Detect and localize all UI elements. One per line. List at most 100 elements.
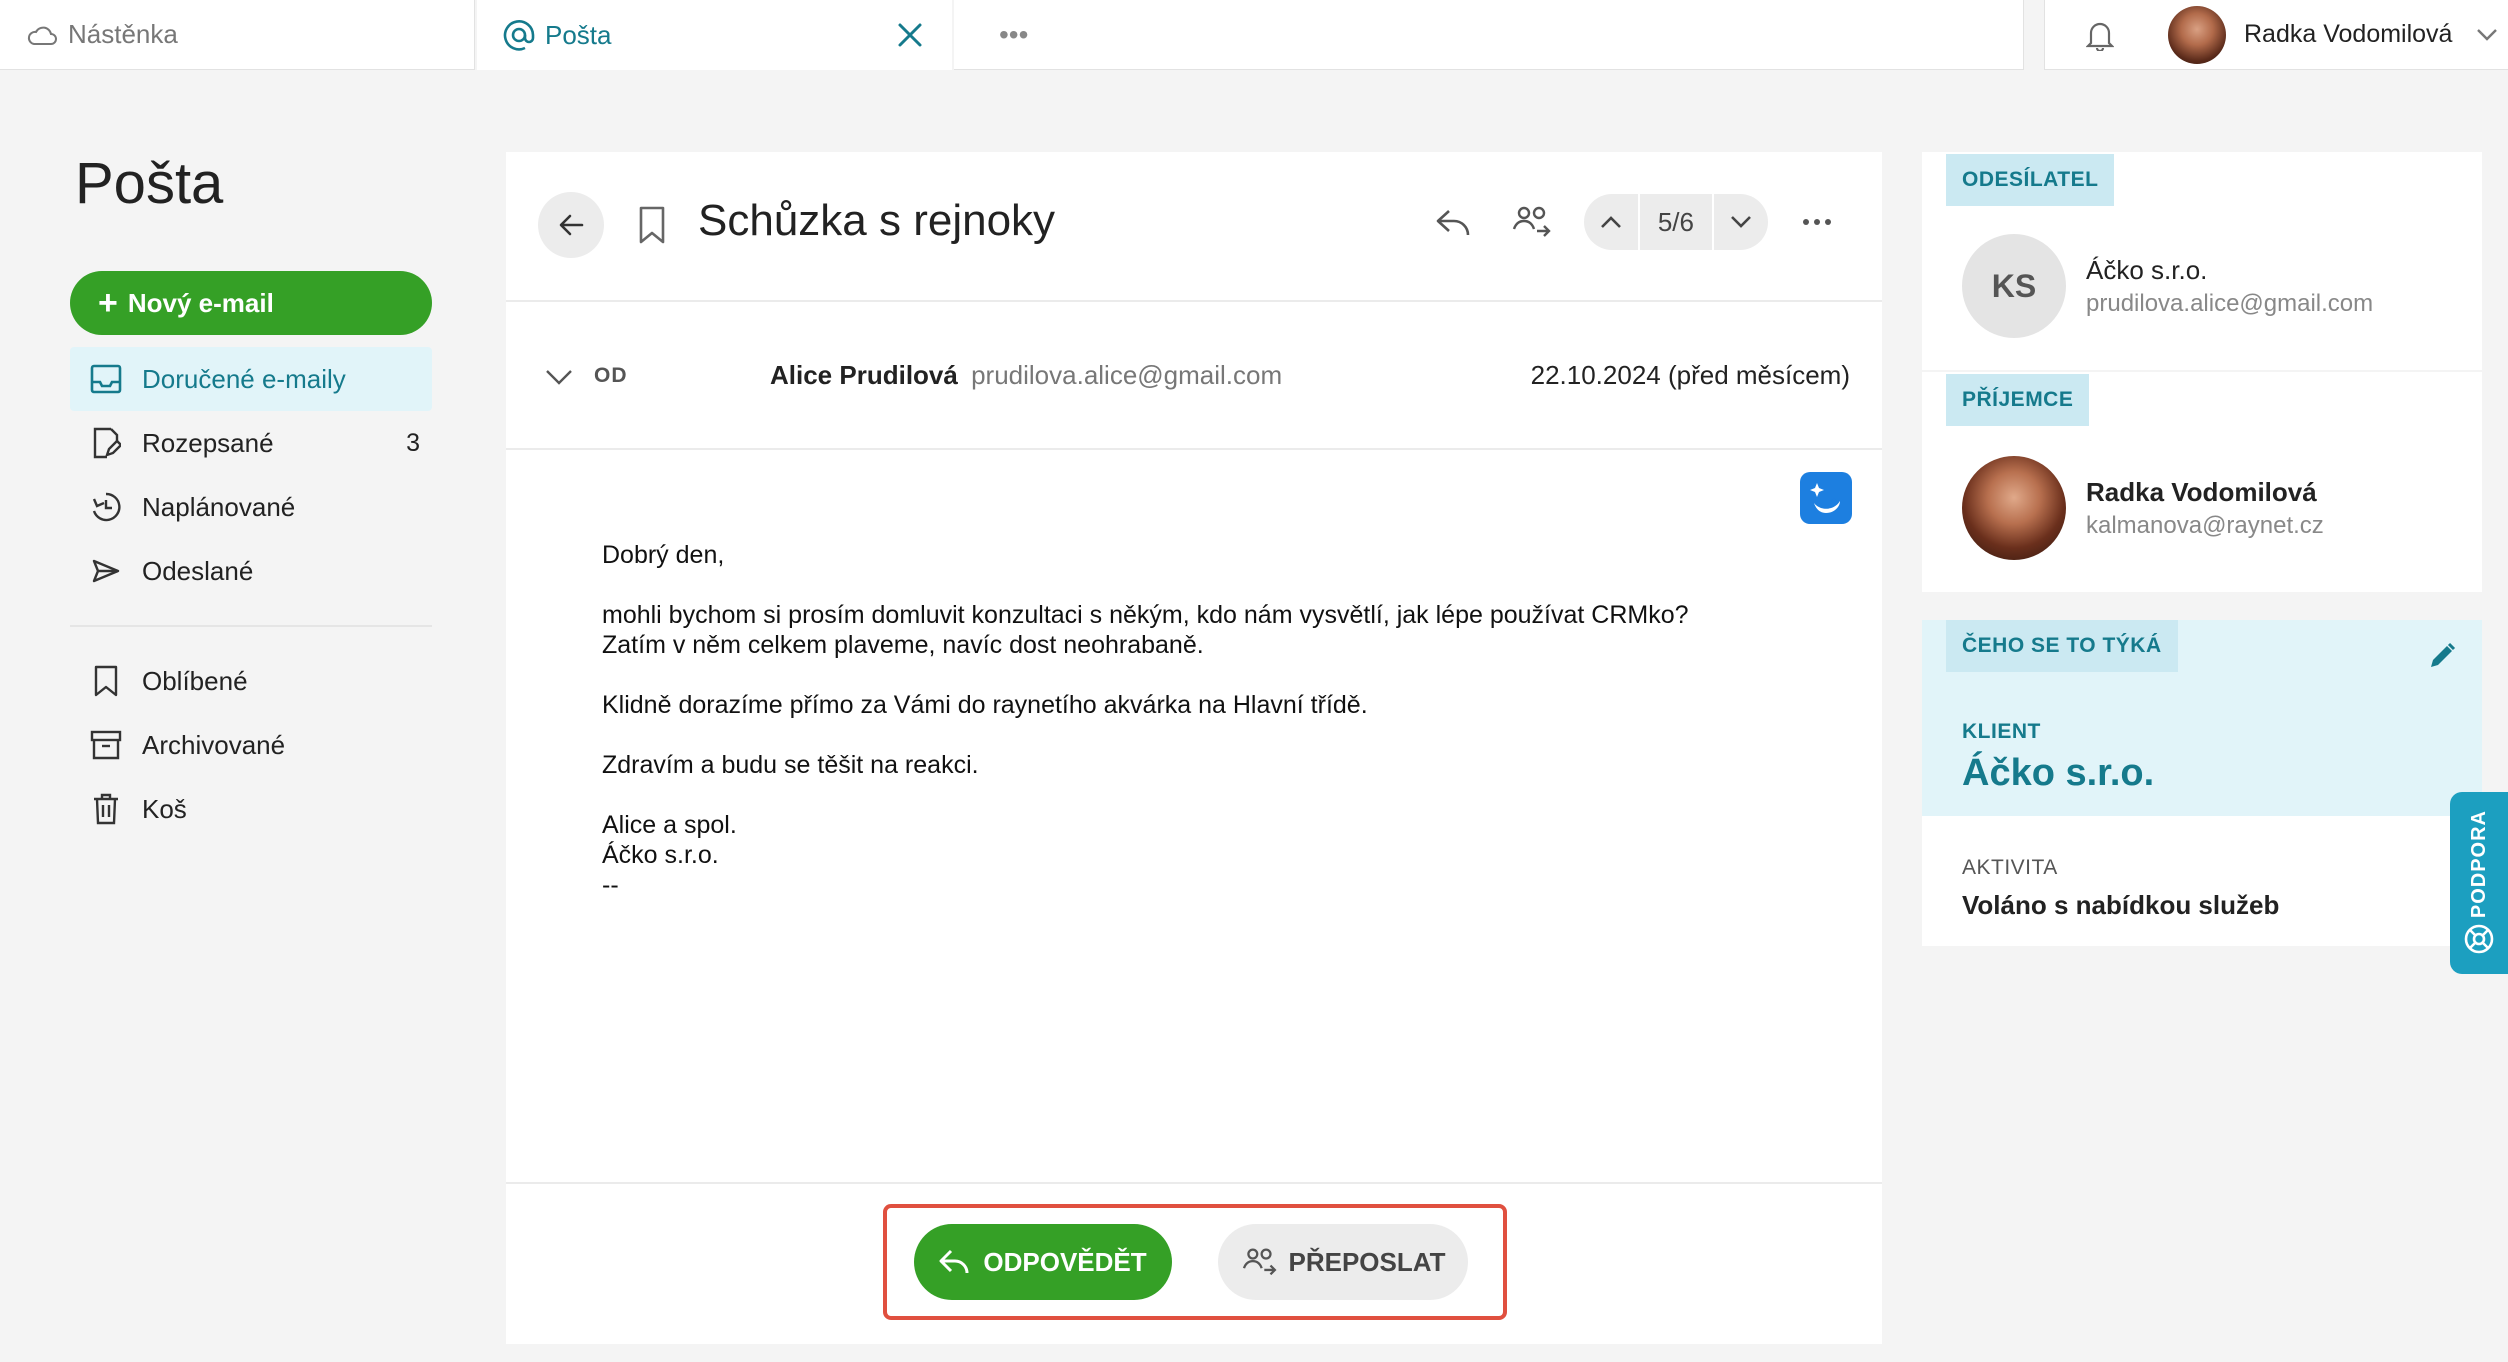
body-greeting: Dobrý den, <box>602 541 725 569</box>
reply-icon[interactable] <box>1428 197 1478 247</box>
top-tab-bar: Nástěnka Pošta ••• Radka Vodomilová <box>0 0 2508 70</box>
at-icon <box>499 15 539 55</box>
sent-icon <box>88 553 124 589</box>
header-actions: 5/6 <box>1428 194 1842 250</box>
avatar <box>1962 456 2066 560</box>
body-line: mohli bychom si prosím domluvit konzulta… <box>602 601 1689 629</box>
bookmark-icon[interactable] <box>632 202 672 248</box>
body-paragraph: Klidně dorazíme přímo za Vámi do raynetí… <box>602 691 1368 719</box>
email-body: Dobrý den, mohli bychom si prosím domluv… <box>602 540 1689 930</box>
new-email-button[interactable]: + Nový e-mail <box>70 271 432 335</box>
ai-assistant-icon[interactable] <box>1800 472 1852 524</box>
user-menu[interactable]: Radka Vodomilová <box>2044 0 2508 70</box>
support-label: PODPORA <box>2467 810 2490 919</box>
sender-label: ODESÍLATEL <box>1946 154 2115 206</box>
body-line: Zatím v něm celkem plaveme, navíc dost n… <box>602 631 1204 659</box>
sidebar: Pošta + Nový e-mail Doručené e-maily Roz… <box>70 150 440 841</box>
sender-card: ODESÍLATEL KS Áčko s.r.o. prudilova.alic… <box>1922 152 2482 370</box>
signature-line: Áčko s.r.o. <box>602 841 719 869</box>
sender-info: Áčko s.r.o. prudilova.alice@gmail.com <box>2086 255 2373 318</box>
activity-label: AKTIVITA <box>1962 856 2058 879</box>
scheduled-icon <box>88 489 124 525</box>
tab-dashboard[interactable]: Nástěnka <box>0 0 475 70</box>
from-name: Alice Prudilová prudilova.alice@gmail.co… <box>770 360 1282 391</box>
more-tabs-icon: ••• <box>999 18 1029 50</box>
mail-folders: Doručené e-maily Rozepsané 3 Naplánované… <box>70 347 440 841</box>
body-paragraph: mohli bychom si prosím domluvit konzulta… <box>602 600 1689 660</box>
back-button[interactable] <box>538 192 604 258</box>
email-header: Schůzka s rejnoky 5/6 <box>506 152 1882 302</box>
draft-icon <box>88 425 124 461</box>
chevron-up-icon[interactable] <box>1584 194 1638 250</box>
recipient-card: PŘÍJEMCE Radka Vodomilová kalmanova@rayn… <box>1922 372 2482 592</box>
tab-more[interactable]: ••• <box>954 0 2024 70</box>
sidebar-item-label: Naplánované <box>142 491 296 522</box>
drafts-count: 3 <box>406 428 420 457</box>
email-context-panel: ODESÍLATEL KS Áčko s.r.o. prudilova.alic… <box>1922 152 2482 946</box>
tab-mail-label: Pošta <box>545 19 612 50</box>
reply-button[interactable]: ODPOVĚDĚT <box>914 1224 1172 1300</box>
from-label: OD <box>594 364 628 387</box>
lifebuoy-icon <box>2463 923 2495 960</box>
sidebar-item-archive[interactable]: Archivované <box>70 713 432 777</box>
page-title: Pošta <box>75 151 224 216</box>
avatar: KS <box>1962 234 2066 338</box>
avatar <box>2168 5 2226 64</box>
sidebar-item-label: Rozepsané <box>142 427 274 458</box>
user-name: Radka Vodomilová <box>2244 20 2453 48</box>
chevron-down-icon[interactable] <box>542 360 576 394</box>
more-options-icon[interactable] <box>1792 197 1842 247</box>
email-date: 22.10.2024 (před měsícem) <box>1530 360 1850 390</box>
signature-line: Alice a spol. <box>602 811 737 839</box>
sidebar-item-label: Odeslané <box>142 555 254 586</box>
support-button[interactable]: PODPORA <box>2450 792 2508 974</box>
trash-icon <box>88 791 124 827</box>
signature-line: -- <box>602 871 619 899</box>
sidebar-item-label: Doručené e-maily <box>142 363 346 394</box>
recipient-email: kalmanova@raynet.cz <box>2086 511 2324 539</box>
sidebar-item-trash[interactable]: Koš <box>70 777 432 841</box>
email-subject: Schůzka s rejnoky <box>698 196 1056 245</box>
client-label: KLIENT <box>1962 720 2041 743</box>
email-footer: ODPOVĚDĚT PŘEPOSLAT <box>506 1182 1882 1344</box>
sidebar-item-favorites[interactable]: Oblíbené <box>70 649 432 713</box>
chevron-down-icon[interactable] <box>2476 28 2498 42</box>
related-to-label: ČEHO SE TO TÝKÁ <box>1946 620 2178 672</box>
recipient-label: PŘÍJEMCE <box>1946 374 2090 426</box>
reply-label: ODPOVĚDĚT <box>983 1246 1147 1277</box>
tab-mail[interactable]: Pošta <box>477 0 952 70</box>
sidebar-item-scheduled[interactable]: Naplánované <box>70 475 432 539</box>
activity-link[interactable]: Voláno s nabídkou služeb <box>1962 890 2279 921</box>
forward-button[interactable]: PŘEPOSLAT <box>1218 1224 1468 1300</box>
forward-icon[interactable] <box>1506 197 1556 247</box>
client-link[interactable]: Áčko s.r.o. <box>1962 752 2154 795</box>
recipient-person[interactable]: Radka Vodomilová kalmanova@raynet.cz <box>1962 456 2324 560</box>
sidebar-item-inbox[interactable]: Doručené e-maily <box>70 347 432 411</box>
close-tab-icon[interactable] <box>890 15 930 55</box>
body-paragraph: Zdravím a budu se těšit na reakci. <box>602 751 979 779</box>
pager-position: 5/6 <box>1637 194 1714 250</box>
sidebar-item-label: Oblíbené <box>142 665 248 696</box>
email-detail: Schůzka s rejnoky 5/6 OD Alice Prudilová… <box>506 152 1882 1344</box>
sender-email: prudilova.alice@gmail.com <box>2086 289 2374 317</box>
bell-icon[interactable] <box>2080 15 2120 55</box>
inbox-icon <box>88 361 124 397</box>
chevron-down-icon[interactable] <box>1714 194 1768 250</box>
tab-dashboard-label: Nástěnka <box>68 19 178 49</box>
pencil-icon[interactable] <box>2422 636 2462 676</box>
body-signature: Alice a spol. Áčko s.r.o. -- <box>602 810 1689 900</box>
sidebar-item-label: Archivované <box>142 729 286 760</box>
forward-label: PŘEPOSLAT <box>1288 1246 1446 1277</box>
archive-icon <box>88 727 124 763</box>
sender-person[interactable]: KS Áčko s.r.o. prudilova.alice@gmail.com <box>1962 234 2373 338</box>
recipient-name: Radka Vodomilová <box>2086 476 2317 507</box>
email-pager: 5/6 <box>1583 194 1768 250</box>
forward-icon <box>1242 1248 1277 1276</box>
bookmark-icon <box>88 663 124 699</box>
sidebar-item-sent[interactable]: Odeslané <box>70 539 432 603</box>
from-email[interactable]: prudilova.alice@gmail.com <box>971 360 1282 390</box>
sidebar-item-drafts[interactable]: Rozepsané 3 <box>70 411 432 475</box>
sidebar-item-label: Koš <box>142 793 187 824</box>
divider <box>70 625 432 627</box>
related-to-card: ČEHO SE TO TÝKÁ KLIENT Áčko s.r.o. <box>1922 620 2482 816</box>
